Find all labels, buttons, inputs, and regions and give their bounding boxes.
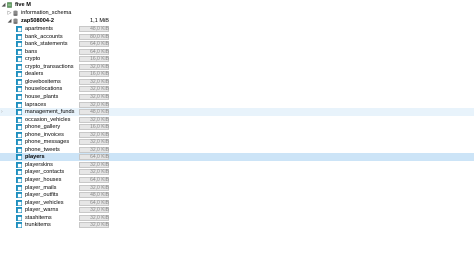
table-icon [16,184,22,191]
table-icon [16,207,22,214]
table-size: 32,0 KiB [90,222,109,229]
database-tree: ◢ five M ▷ information_schema ◢ zap50800… [0,0,474,266]
table-icon [16,101,22,108]
tree-row-database[interactable]: ▷ information_schema [0,9,474,17]
table-icon [16,192,22,199]
table-row[interactable]: trunkitems 32,0 KiB [0,221,474,229]
table-icon [16,154,22,161]
database-label: information_schema [21,10,72,16]
table-icon [16,116,22,123]
table-icon [16,48,22,55]
tree-row-connection[interactable]: ◢ five M [0,1,474,9]
table-icon [16,41,22,48]
table-icon [16,33,22,40]
table-icon [16,78,22,85]
table-icon [16,199,22,206]
table-label: trunkitems [25,222,51,229]
table-icon [16,161,22,168]
table-icon [16,93,22,100]
server-icon [7,2,12,8]
table-icon [16,109,22,116]
collapse-arrow-icon[interactable]: ◢ [1,1,6,9]
table-icon [16,139,22,146]
table-icon [16,63,22,70]
table-icon [16,222,22,229]
table-icon [16,169,22,176]
tree-row-database[interactable]: ◢ zap508004-2 1,1 MiB [0,17,474,25]
collapse-arrow-icon[interactable]: ◢ [7,17,12,25]
expand-arrow-icon[interactable]: ▷ [7,9,12,17]
database-label: zap508004-2 [21,18,54,24]
table-icon [16,26,22,32]
table-icon [16,131,22,138]
table-icon [16,124,22,131]
database-icon [13,10,18,16]
table-icon [16,86,22,93]
table-icon [16,214,22,221]
table-icon [16,56,22,63]
database-size: 1,1 MiB [90,18,109,24]
database-icon [13,18,18,24]
table-icon [16,177,22,183]
table-icon [16,146,22,153]
connection-label: five M [15,2,31,8]
table-icon [16,71,22,78]
